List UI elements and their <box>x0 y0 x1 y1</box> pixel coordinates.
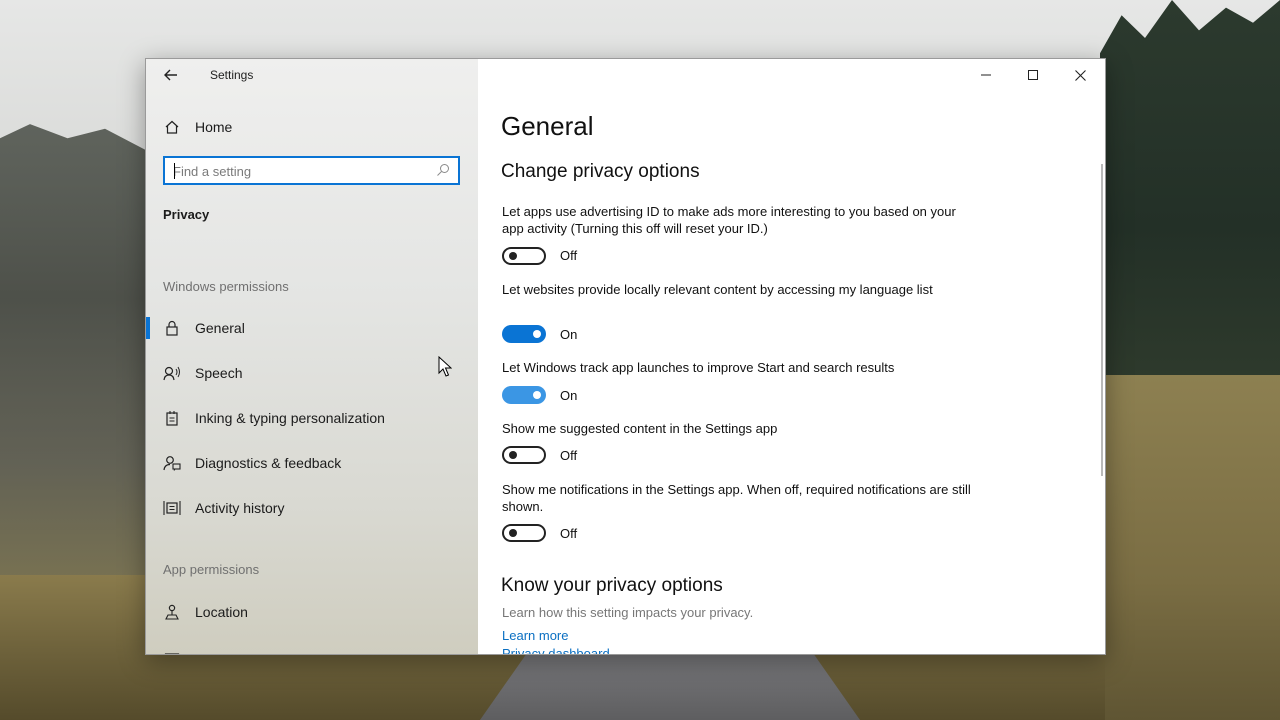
back-arrow-icon <box>164 69 177 81</box>
privacy-dashboard-link[interactable]: Privacy dashboard <box>502 646 610 654</box>
app-launches-toggle[interactable] <box>502 386 546 404</box>
text-caret <box>174 163 175 179</box>
close-icon <box>1074 69 1086 81</box>
camera-icon <box>162 649 182 654</box>
location-icon <box>162 604 182 620</box>
privacy-section-header: Privacy <box>163 207 210 222</box>
sidebar: Settings Home Privacy Windows permission… <box>146 59 478 654</box>
advertising-id-state: Off <box>560 248 578 263</box>
app-permissions-header: App permissions <box>163 562 260 577</box>
learn-more-link[interactable]: Learn more <box>502 628 568 643</box>
setting-language-list-label: Let websites provide locally relevant co… <box>502 282 933 297</box>
background-field-right <box>1105 375 1280 720</box>
nav-inking-typing[interactable]: Inking & typing personalization <box>146 398 478 438</box>
language-list-toggle[interactable] <box>502 325 546 343</box>
nav-activity-history-label: Activity history <box>195 500 285 516</box>
toggle-knob <box>509 252 517 260</box>
search-input[interactable] <box>173 161 423 181</box>
toggle-knob <box>509 529 517 537</box>
change-privacy-options-heading: Change privacy options <box>501 161 700 182</box>
nav-home[interactable]: Home <box>146 107 478 147</box>
nav-activity-history[interactable]: Activity history <box>146 488 478 528</box>
search-box[interactable] <box>163 156 460 185</box>
nav-next-item-partial[interactable] <box>146 637 478 654</box>
nav-general[interactable]: General <box>146 308 478 348</box>
app-launches-state: On <box>560 388 578 403</box>
background-forest-right <box>1100 0 1280 380</box>
toggle-knob <box>509 451 517 459</box>
maximize-button[interactable] <box>1010 59 1056 91</box>
speech-icon <box>162 365 182 381</box>
nav-home-label: Home <box>195 119 233 135</box>
know-privacy-description: Learn how this setting impacts your priv… <box>502 605 754 620</box>
main-content: General Change privacy options Let apps … <box>478 59 1105 654</box>
nav-location[interactable]: Location <box>146 592 478 632</box>
notifications-toggle[interactable] <box>502 524 546 542</box>
background-road <box>480 655 860 720</box>
nav-diagnostics-feedback-label: Diagnostics & feedback <box>195 455 342 471</box>
nav-diagnostics-feedback[interactable]: Diagnostics & feedback <box>146 443 478 483</box>
nav-general-label: General <box>195 320 245 336</box>
advertising-id-toggle[interactable] <box>502 247 546 265</box>
activity-history-icon <box>162 500 182 516</box>
toggle-knob <box>533 391 541 399</box>
search-icon <box>437 164 449 176</box>
maximize-icon <box>1028 70 1038 80</box>
suggested-content-toggle[interactable] <box>502 446 546 464</box>
setting-suggested-content-label: Show me suggested content in the Setting… <box>502 421 778 436</box>
back-button[interactable] <box>156 64 186 90</box>
scrollbar[interactable] <box>1101 164 1103 476</box>
nav-inking-typing-label: Inking & typing personalization <box>195 410 385 426</box>
nav-location-label: Location <box>195 604 248 620</box>
nav-speech[interactable]: Speech <box>146 353 478 393</box>
lock-icon <box>162 320 182 336</box>
setting-notifications-label: Show me notifications in the Settings ap… <box>502 482 971 514</box>
know-privacy-options-heading: Know your privacy options <box>501 575 723 596</box>
setting-advertising-id-label: Let apps use advertising ID to make ads … <box>502 204 956 236</box>
page-title: General <box>501 111 594 141</box>
minimize-button[interactable] <box>963 59 1009 91</box>
settings-window: Settings Home Privacy Windows permission… <box>145 58 1106 655</box>
background-forest-left <box>0 124 150 580</box>
mouse-cursor-icon <box>438 356 452 377</box>
inking-icon <box>162 410 182 426</box>
language-list-state: On <box>560 327 578 342</box>
window-title: Settings <box>210 68 254 82</box>
suggested-content-state: Off <box>560 448 578 463</box>
notifications-state: Off <box>560 526 578 541</box>
diagnostics-icon <box>162 455 182 471</box>
minimize-icon <box>981 74 991 76</box>
close-button[interactable] <box>1057 59 1103 91</box>
setting-app-launches-label: Let Windows track app launches to improv… <box>502 360 895 375</box>
toggle-knob <box>533 330 541 338</box>
home-icon <box>162 119 182 135</box>
nav-speech-label: Speech <box>195 365 243 381</box>
windows-permissions-header: Windows permissions <box>163 279 289 294</box>
